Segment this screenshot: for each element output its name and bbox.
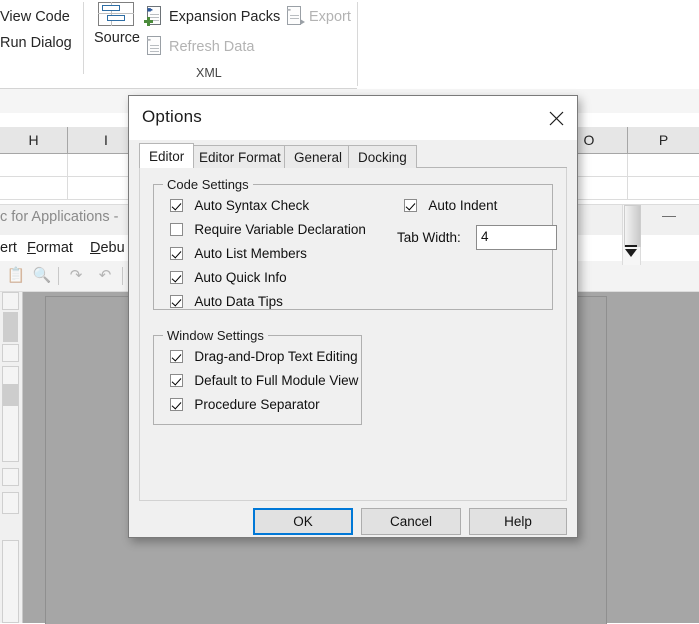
ribbon-export-button[interactable]: ▪▪ Export	[285, 6, 351, 26]
redo-icon[interactable]: ↶	[95, 267, 115, 285]
checkbox-label: Procedure Separator	[194, 397, 319, 412]
checkbox-procedure-separator[interactable]: Procedure Separator	[170, 397, 320, 417]
vba-menu-debug[interactable]: Debu	[90, 235, 125, 261]
ribbon-refresh-data-label: Refresh Data	[169, 39, 254, 55]
chevron-down-icon[interactable]	[625, 249, 637, 257]
scrollbar-thumb[interactable]	[3, 384, 18, 406]
checkbox-indicator[interactable]	[170, 271, 183, 284]
checkbox-label: Auto List Members	[194, 246, 307, 261]
checkbox-label: Require Variable Declaration	[194, 222, 366, 237]
group-code-settings-title: Code Settings	[163, 177, 253, 192]
checkbox-indicator[interactable]	[170, 374, 183, 387]
excel-grid-line	[67, 154, 68, 199]
vba-menu-format[interactable]: Format	[27, 235, 73, 261]
ok-button[interactable]: OK	[253, 508, 353, 535]
group-code-settings: Code Settings Auto Syntax Check Require …	[153, 184, 553, 310]
checkbox-auto-quick-info[interactable]: Auto Quick Info	[170, 270, 287, 290]
ribbon-divider	[83, 2, 84, 74]
dialog-title-bar[interactable]: Options	[129, 96, 577, 140]
scrollbar-up-button[interactable]	[2, 292, 19, 310]
checkbox-indicator[interactable]	[170, 199, 183, 212]
tab-width-label: Tab Width:	[397, 230, 461, 245]
checkbox-auto-list-members[interactable]: Auto List Members	[170, 246, 307, 266]
ribbon-refresh-data-button[interactable]: ▪▪ Refresh Data	[145, 36, 254, 56]
tab-page-editor: Code Settings Auto Syntax Check Require …	[139, 168, 567, 501]
checkbox-label: Auto Quick Info	[194, 270, 286, 285]
checkbox-default-to-full-module-view[interactable]: Default to Full Module View	[170, 373, 358, 393]
scrollbar-track[interactable]	[2, 540, 19, 623]
checkbox-indicator[interactable]	[170, 295, 183, 308]
tab-width-input[interactable]: 4	[476, 225, 557, 250]
xml-source-icon	[98, 2, 136, 28]
scrollbar-track[interactable]	[2, 366, 19, 462]
vba-vertical-scrollbar-thumb[interactable]	[624, 205, 641, 247]
excel-grid-line	[627, 154, 628, 199]
excel-column-header-h[interactable]: H	[0, 127, 67, 153]
excel-column-header-p[interactable]: P	[628, 127, 699, 153]
help-button[interactable]: Help	[469, 508, 567, 535]
checkbox-label: Auto Indent	[428, 198, 497, 213]
dialog-title: Options	[142, 107, 202, 127]
options-tabstrip: Editor Editor Format General Docking	[139, 143, 567, 168]
scroll-down-divider-icon	[625, 245, 637, 247]
expansion-packs-icon: ■▪	[145, 6, 163, 26]
group-window-settings-title: Window Settings	[163, 328, 268, 343]
group-window-settings: Window Settings Drag-and-Drop Text Editi…	[153, 335, 362, 425]
checkbox-auto-indent[interactable]: Auto Indent	[404, 198, 497, 218]
checkbox-indicator[interactable]	[170, 398, 183, 411]
vba-window-title: c for Applications -	[0, 209, 118, 225]
ribbon-run-dialog-button[interactable]: Run Dialog	[0, 30, 82, 56]
checkbox-label: Drag-and-Drop Text Editing	[194, 349, 357, 364]
ribbon-expansion-packs-label: Expansion Packs	[169, 9, 280, 25]
ribbon-source-label: Source	[92, 30, 142, 46]
checkbox-auto-data-tips[interactable]: Auto Data Tips	[170, 294, 283, 314]
dialog-client-area: Editor Editor Format General Docking Cod…	[129, 140, 577, 537]
minimize-icon[interactable]	[662, 216, 676, 217]
checkbox-drag-and-drop-text-editing[interactable]: Drag-and-Drop Text Editing	[170, 349, 358, 369]
ribbon-view-code-button[interactable]: View Code	[0, 4, 82, 30]
tab-editor-format[interactable]: Editor Format	[189, 145, 291, 168]
ribbon-expansion-packs-button[interactable]: ■▪ Expansion Packs	[145, 6, 280, 26]
checkbox-indicator[interactable]	[170, 350, 183, 363]
paste-icon[interactable]: 📋	[6, 267, 26, 285]
checkbox-label: Auto Data Tips	[194, 294, 283, 309]
ribbon-group-label-xml: XML	[196, 66, 222, 80]
checkbox-indicator[interactable]	[170, 247, 183, 260]
scrollbar-down-button[interactable]	[2, 344, 19, 362]
tab-docking[interactable]: Docking	[348, 145, 417, 168]
checkbox-indicator[interactable]	[404, 199, 417, 212]
vba-menu-insert[interactable]: ert	[0, 235, 17, 261]
checkbox-label: Default to Full Module View	[194, 373, 358, 388]
options-dialog: Options Editor Editor Format General Doc…	[128, 95, 578, 538]
ribbon-source-button[interactable]: Source	[92, 2, 142, 46]
cancel-button[interactable]: Cancel	[361, 508, 461, 535]
checkbox-auto-syntax-check[interactable]: Auto Syntax Check	[170, 198, 309, 218]
pane-button[interactable]	[2, 492, 19, 514]
close-icon[interactable]	[543, 106, 569, 130]
tab-general[interactable]: General	[284, 145, 352, 168]
refresh-data-icon: ▪▪	[145, 36, 163, 56]
undo-icon[interactable]: ↷	[66, 267, 86, 285]
checkbox-label: Auto Syntax Check	[194, 198, 309, 213]
checkbox-require-variable-declaration[interactable]: Require Variable Declaration	[170, 222, 366, 242]
find-icon[interactable]: 🔍	[32, 267, 52, 285]
ribbon-controls-group: View Code Run Dialog	[0, 4, 82, 56]
tab-editor[interactable]: Editor	[139, 143, 194, 168]
checkbox-indicator[interactable]	[170, 223, 183, 236]
ribbon-divider	[357, 2, 358, 86]
export-icon: ▪▪	[285, 6, 303, 26]
vba-project-pane	[0, 292, 23, 623]
ribbon-export-label: Export	[309, 9, 351, 25]
scrollbar-up-button[interactable]	[2, 468, 19, 486]
scrollbar-thumb[interactable]	[3, 312, 18, 342]
excel-ribbon: View Code Run Dialog Source ■▪ Expansion…	[0, 0, 699, 90]
